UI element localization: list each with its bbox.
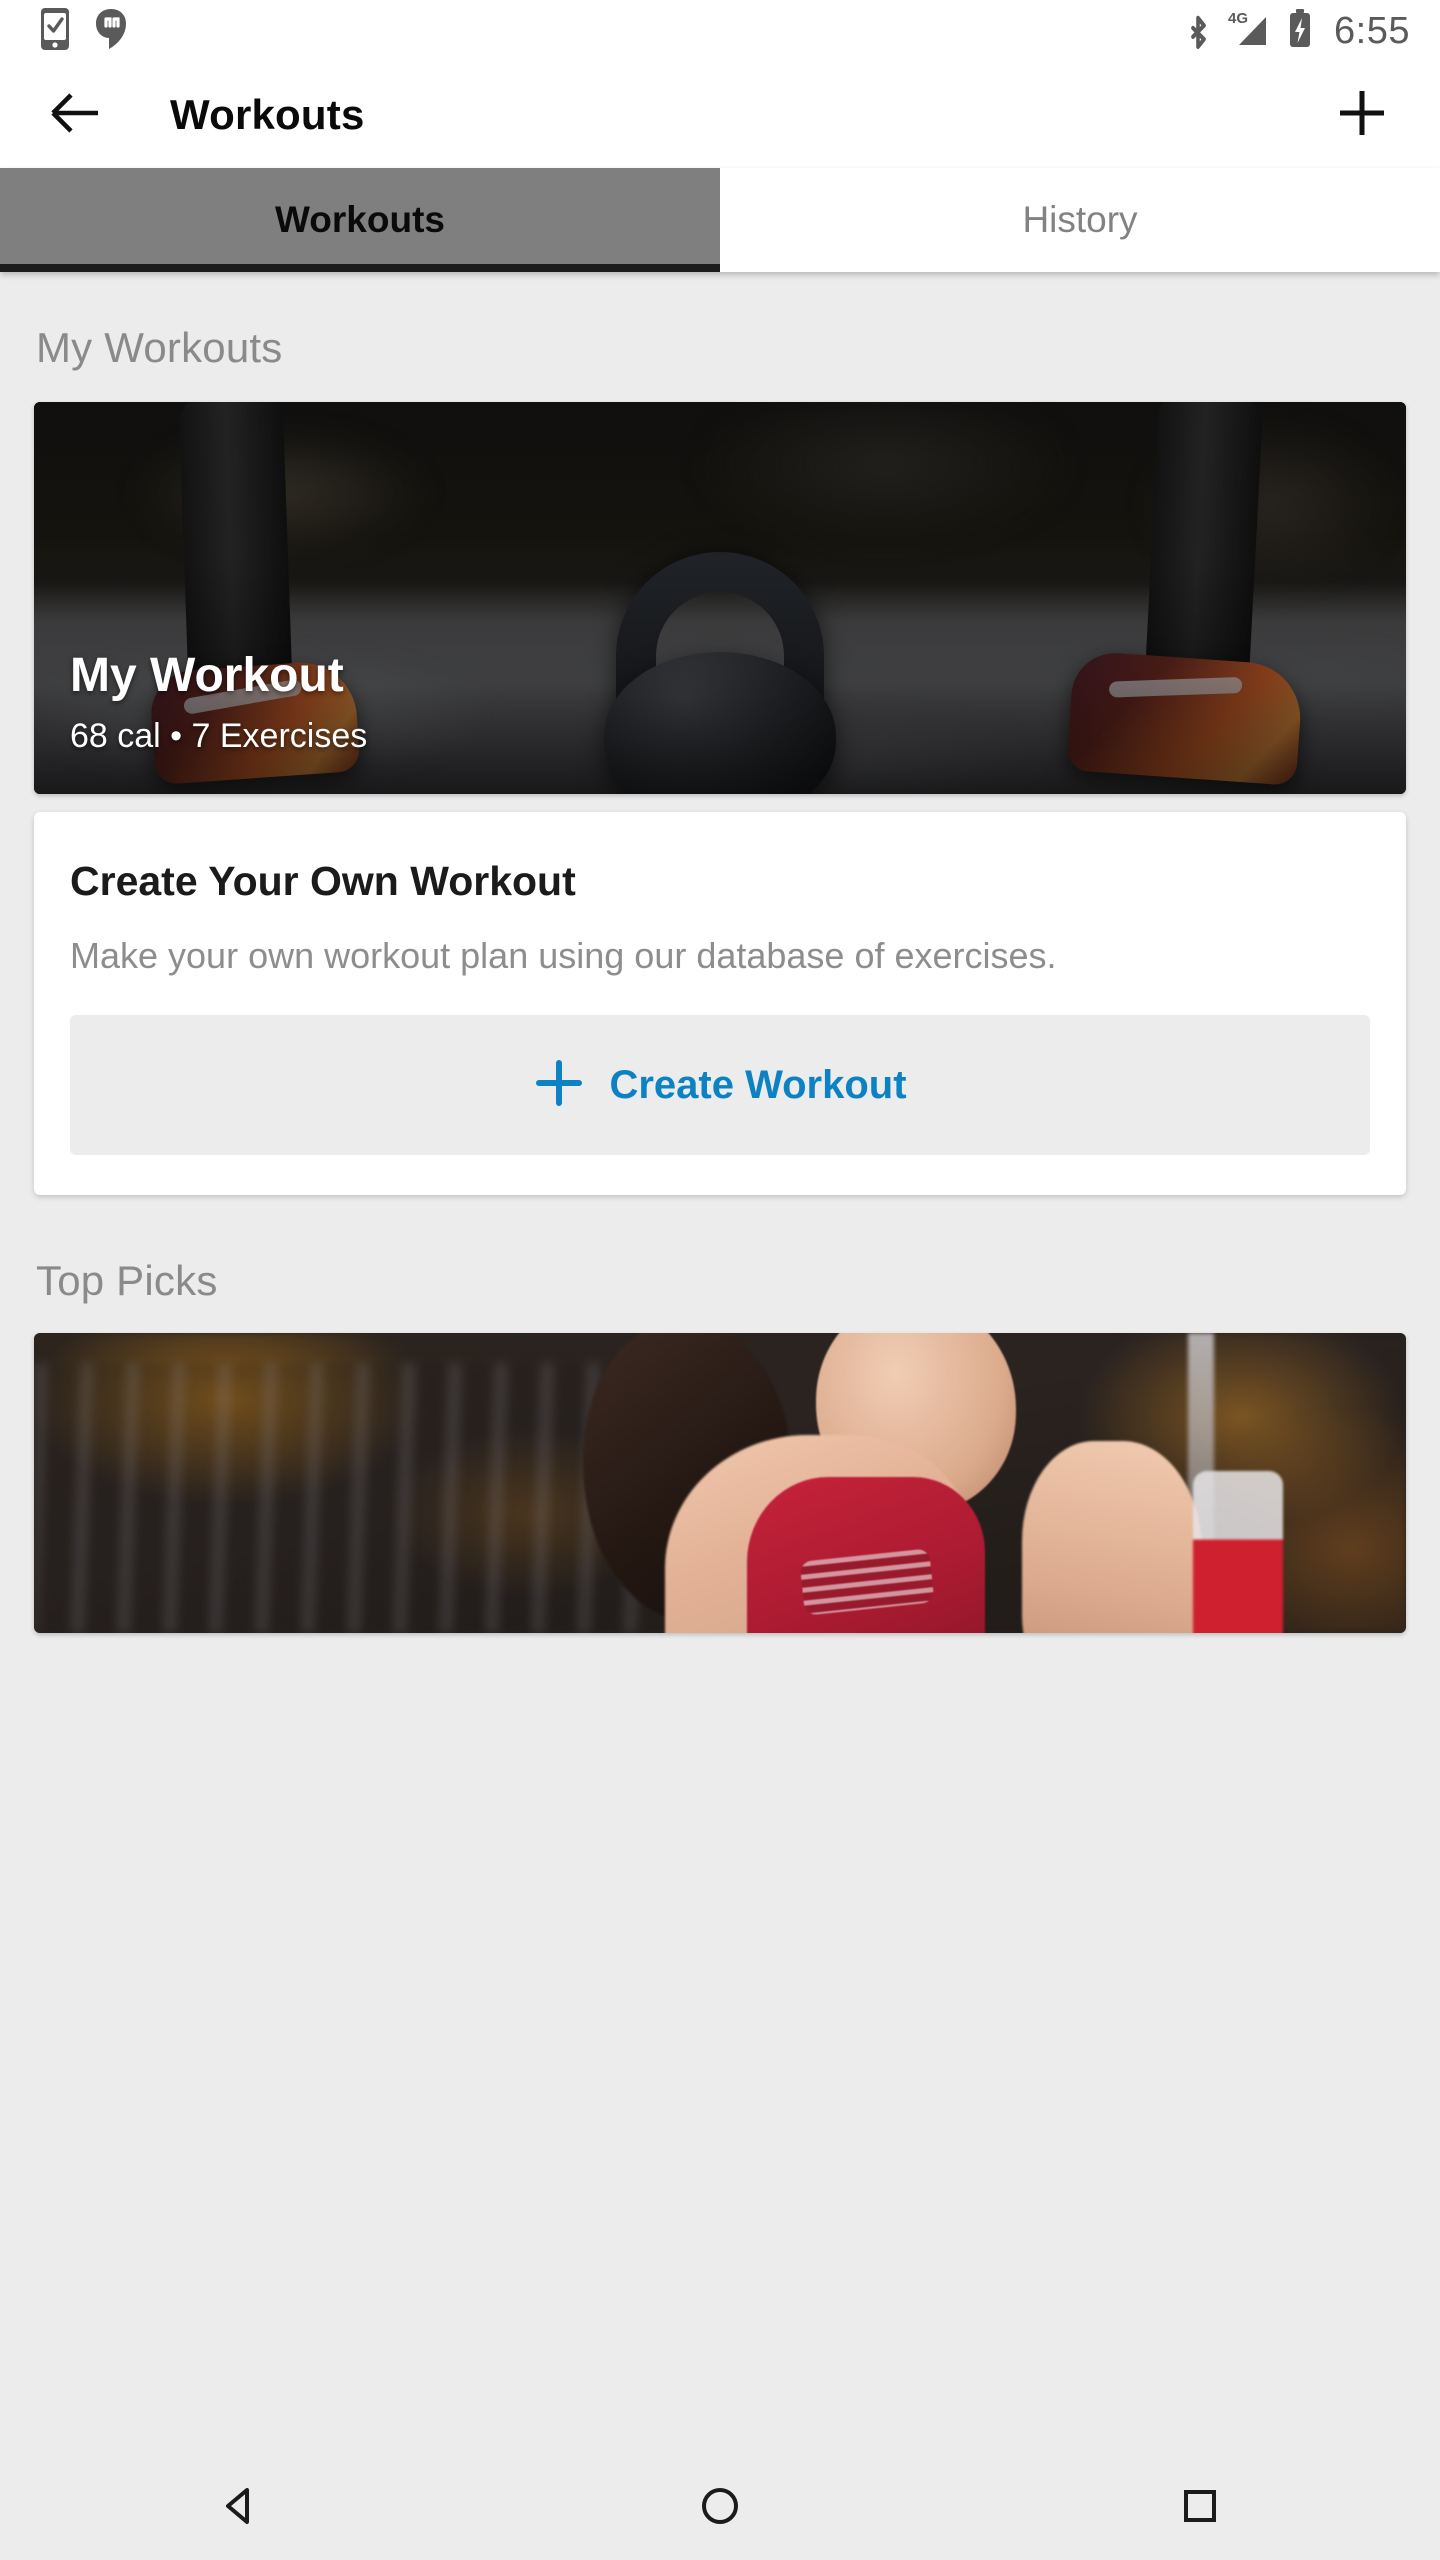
home-circle-icon: [697, 2483, 743, 2534]
bluetooth-icon: [1184, 7, 1212, 56]
tab-history-label: History: [1022, 199, 1138, 240]
my-workout-card-title: My Workout: [70, 649, 344, 702]
svg-text:4G: 4G: [1228, 10, 1248, 27]
scroll-content[interactable]: My Workouts My Workout 68 cal • 7 Exerci…: [0, 272, 1440, 2560]
my-workout-card[interactable]: My Workout 68 cal • 7 Exercises: [34, 402, 1406, 794]
recents-square-icon: [1178, 2484, 1222, 2533]
status-bar: 4G 6:55: [0, 0, 1440, 62]
create-workout-button[interactable]: Create Workout: [70, 1015, 1370, 1156]
tab-history[interactable]: History: [720, 168, 1440, 272]
section-title-my-workouts: My Workouts: [36, 324, 283, 371]
app-bar: Workouts: [0, 62, 1440, 168]
phone-check-icon: [38, 7, 72, 56]
section-title-top-picks: Top Picks: [36, 1257, 218, 1305]
nav-back-button[interactable]: [170, 2456, 310, 2560]
add-workout-button[interactable]: [1324, 77, 1400, 153]
tab-workouts[interactable]: Workouts: [0, 168, 720, 272]
top-pick-card[interactable]: [34, 1333, 1406, 1634]
create-workout-card-title: Create Your Own Workout: [70, 858, 576, 904]
battery-charging-icon: [1286, 7, 1314, 56]
tab-bar: Workouts History: [0, 168, 1440, 272]
create-workout-card-description: Make your own workout plan using our dat…: [70, 935, 1057, 976]
nav-recents-button[interactable]: [1130, 2456, 1270, 2560]
my-workout-card-subtitle: 68 cal • 7 Exercises: [70, 717, 368, 755]
nav-home-button[interactable]: [650, 2456, 790, 2560]
top-pick-card-image: [34, 1333, 1406, 1634]
status-bar-right-icons: 4G 6:55: [1184, 7, 1410, 56]
signal-4g-icon: 4G: [1226, 7, 1272, 56]
page-title: Workouts: [170, 91, 365, 138]
plus-icon: [533, 1057, 585, 1114]
create-workout-card: Create Your Own Workout Make your own wo…: [34, 812, 1406, 1196]
status-bar-left-icons: [38, 7, 128, 56]
plus-icon: [1335, 86, 1389, 145]
back-button[interactable]: [38, 77, 114, 153]
hangouts-chat-icon: [94, 7, 128, 56]
my-workout-card-text: My Workout 68 cal • 7 Exercises: [70, 648, 367, 756]
create-workout-button-label: Create Workout: [609, 1062, 907, 1107]
status-bar-clock: 6:55: [1334, 9, 1410, 52]
android-navigation-bar: [0, 2456, 1440, 2560]
back-triangle-icon: [217, 2483, 263, 2534]
back-arrow-icon: [49, 90, 103, 141]
tab-workouts-label: Workouts: [275, 199, 445, 240]
